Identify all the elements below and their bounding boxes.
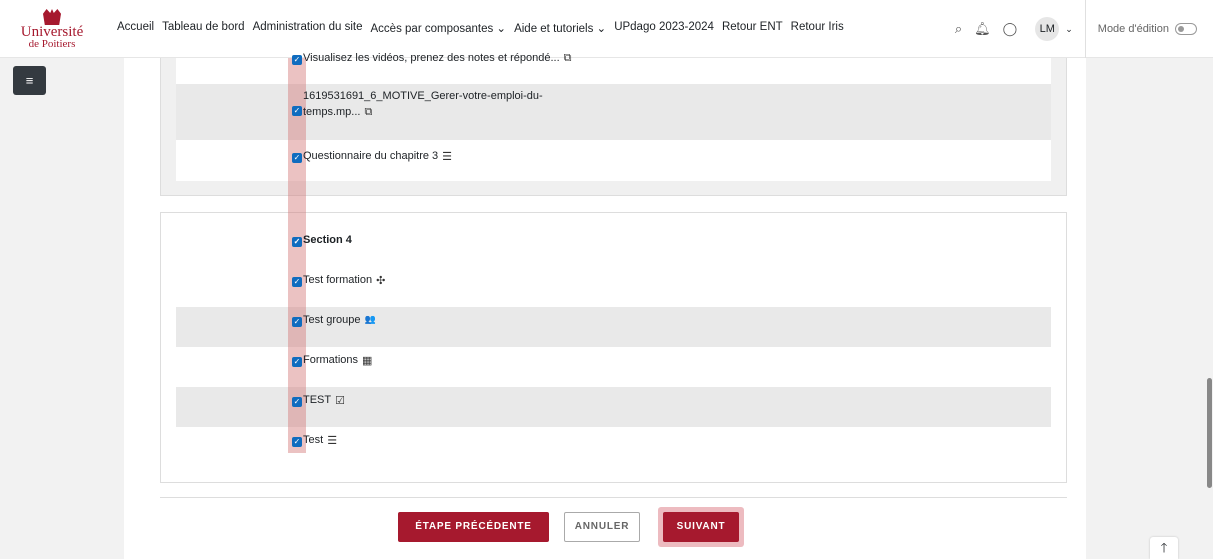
avatar[interactable]: LM: [1035, 17, 1060, 41]
section-title-label: Section 4: [303, 234, 352, 246]
drawer-toggle-button[interactable]: ≡: [13, 66, 46, 95]
crest-icon: [43, 9, 61, 25]
main-content: ✓ Visualisez les vidéos, prenez des note…: [124, 52, 1086, 559]
list-item[interactable]: ✓ Test ☰: [292, 434, 337, 447]
list-item[interactable]: ✓ Test formation ✣: [292, 274, 385, 287]
edit-mode-label: Mode d'édition: [1097, 23, 1169, 35]
university-logo[interactable]: Université de Poitiers: [16, 9, 88, 50]
checkbox[interactable]: ✓: [292, 106, 302, 116]
primary-nav: Accueil Tableau de bord Administration d…: [117, 21, 852, 35]
nav-updago[interactable]: UPdago 2023-2024: [614, 21, 714, 35]
puzzle-icon: ✣: [376, 275, 386, 287]
activity-label: 1619531691_6_MOTIVE_Gerer-votre-emploi-d…: [303, 90, 543, 102]
list-item[interactable]: 1619531691_6_MOTIVE_Gerer-votre-emploi-d…: [292, 90, 543, 119]
divider: [160, 497, 1067, 498]
nav-dashboard[interactable]: Tableau de bord: [162, 21, 244, 35]
checkbox[interactable]: ✓: [292, 277, 302, 287]
activity-label: Test: [303, 434, 324, 446]
checkbox[interactable]: ✓: [292, 397, 302, 407]
list-item-bg: [176, 387, 1051, 427]
scrollbar-thumb[interactable]: [1207, 378, 1212, 488]
cancel-button[interactable]: ANNULER: [564, 512, 640, 542]
activity-label: Test groupe: [303, 314, 361, 326]
arrow-up-icon[interactable]: 🡑: [1150, 537, 1178, 559]
nav-return-ent[interactable]: Retour ENT: [722, 21, 783, 35]
checkbox[interactable]: ✓: [292, 357, 302, 367]
activity-label-row: ✓ temps.mp... ⧉: [292, 106, 372, 119]
list-item[interactable]: ✓ Visualisez les vidéos, prenez des note…: [292, 52, 571, 65]
nav-components[interactable]: Accès par composantes ⌄: [371, 21, 507, 35]
bell-icon[interactable]: 🔔︎: [974, 21, 991, 37]
nav-site-admin[interactable]: Administration du site: [253, 21, 363, 35]
video-icon: ⧉: [563, 52, 572, 64]
checkbox[interactable]: ✓: [292, 237, 302, 247]
divider: [1084, 0, 1086, 58]
workshop-icon: ▦: [362, 355, 373, 367]
activity-label: Test formation: [303, 274, 373, 286]
checkbox[interactable]: ✓: [292, 437, 302, 447]
section-title[interactable]: ✓ Section 4: [292, 234, 352, 247]
message-icon[interactable]: ◯: [1003, 21, 1018, 37]
checkbox[interactable]: ✓: [292, 153, 302, 163]
edit-mode-toggle[interactable]: [1175, 23, 1197, 35]
nav-home[interactable]: Accueil: [117, 21, 154, 35]
list-item[interactable]: ✓ Test groupe 👥: [292, 314, 376, 327]
chevron-down-icon[interactable]: ⌄: [1065, 24, 1073, 35]
assignment-icon: ☑: [335, 395, 345, 407]
nav-return-iris[interactable]: Retour Iris: [791, 21, 844, 35]
activity-label-cont: temps.mp...: [303, 106, 361, 118]
list-item[interactable]: ✓ TEST ☑: [292, 394, 345, 407]
nav-help[interactable]: Aide et tutoriels ⌄: [514, 21, 606, 35]
list-item[interactable]: ✓ Formations ▦: [292, 354, 372, 367]
quiz-icon: ☰: [327, 435, 338, 447]
activity-label: Formations: [303, 354, 359, 366]
next-button[interactable]: SUIVANT: [663, 512, 739, 542]
nav-right: ⌕ 🔔︎ ◯ LM ⌄ Mode d'édition: [955, 0, 1213, 58]
logo-text: Université: [20, 24, 84, 40]
scrollbar[interactable]: [1206, 58, 1213, 559]
checkbox[interactable]: ✓: [292, 317, 302, 327]
previous-step-button[interactable]: ÉTAPE PRÉCÉDENTE: [398, 512, 549, 542]
quiz-icon: ☰: [442, 151, 453, 163]
top-navbar: Université de Poitiers Accueil Tableau d…: [0, 0, 1213, 58]
checkbox[interactable]: ✓: [292, 55, 302, 65]
group-icon: 👥: [364, 314, 376, 324]
logo-subtext: de Poitiers: [28, 38, 76, 50]
list-item[interactable]: ✓ Questionnaire du chapitre 3 ☰: [292, 150, 452, 163]
video-icon: ⧉: [364, 106, 373, 118]
list-item-bg: [176, 307, 1051, 347]
search-icon[interactable]: ⌕: [955, 21, 962, 37]
activity-label: Questionnaire du chapitre 3: [303, 150, 439, 162]
activity-label: TEST: [303, 394, 332, 406]
activity-label: Visualisez les vidéos, prenez des notes …: [303, 52, 560, 64]
